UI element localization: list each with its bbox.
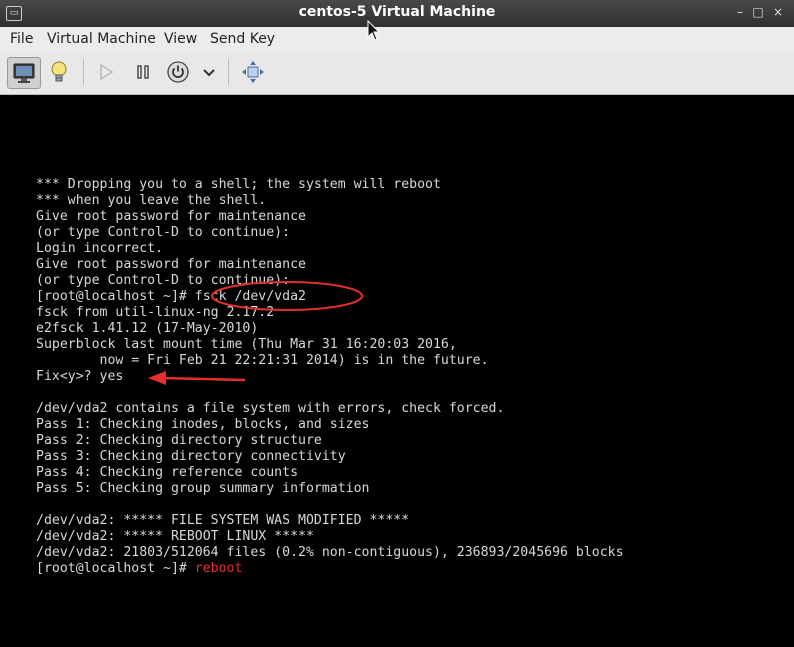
terminal-line: now = Fri Feb 21 22:21:31 2014) is in th… <box>36 353 489 368</box>
console-icon <box>13 63 35 83</box>
terminal-line: /dev/vda2: ***** FILE SYSTEM WAS MODIFIE… <box>36 513 410 528</box>
terminal-line: fsck from util-linux-ng 2.17.2 <box>36 305 275 320</box>
fullscreen-button[interactable] <box>237 57 269 87</box>
menu-virtual-machine[interactable]: Virtual Machine <box>47 31 156 47</box>
terminal-line: Give root password for maintenance <box>36 257 306 272</box>
fullscreen-icon <box>242 61 264 83</box>
terminal-line: *** Dropping you to a shell; the system … <box>36 177 441 192</box>
terminal-line: Superblock last mount time (Thu Mar 31 1… <box>36 337 457 352</box>
menu-view[interactable]: View <box>164 31 197 47</box>
power-icon <box>167 61 189 83</box>
pause-icon <box>137 65 149 79</box>
details-button[interactable] <box>43 57 75 87</box>
minimize-button[interactable]: – <box>732 5 748 19</box>
menu-bar: File Virtual Machine View Send Key <box>0 27 794 52</box>
terminal-line: e2fsck 1.41.12 (17-May-2010) <box>36 321 259 336</box>
menu-send-key[interactable]: Send Key <box>210 31 275 47</box>
console-button[interactable] <box>7 57 41 89</box>
terminal-line: Login incorrect. <box>36 241 164 256</box>
toolbar-separator <box>83 59 84 85</box>
terminal-line: (or type Control-D to continue): <box>36 225 291 240</box>
maximize-button[interactable]: □ <box>750 5 766 19</box>
terminal-line: *** when you leave the shell. <box>36 193 267 208</box>
power-menu-button[interactable] <box>194 57 224 87</box>
mouse-cursor-icon <box>367 20 381 41</box>
toolbar <box>0 51 794 95</box>
chevron-down-icon <box>203 69 215 77</box>
power-button[interactable] <box>162 57 194 87</box>
toolbar-separator <box>228 59 229 85</box>
terminal-line: [root@localhost ~]# fsck /dev/vda2 <box>36 289 306 304</box>
terminal-line: Pass 3: Checking directory connectivity <box>36 449 346 464</box>
terminal-prompt: [root@localhost ~]# <box>36 561 195 576</box>
terminal-line: /dev/vda2: ***** REBOOT LINUX ***** <box>36 529 314 544</box>
window-title: centos-5 Virtual Machine <box>298 4 496 20</box>
pause-button[interactable] <box>127 57 159 87</box>
vm-console[interactable]: *** Dropping you to a shell; the system … <box>3 95 791 647</box>
menu-file[interactable]: File <box>10 31 33 47</box>
terminal-line: /dev/vda2: 21803/512064 files (0.2% non-… <box>36 545 624 560</box>
close-button[interactable]: × <box>770 5 786 19</box>
run-icon <box>100 63 114 81</box>
run-button[interactable] <box>90 57 122 87</box>
terminal-line: Pass 4: Checking reference counts <box>36 465 299 480</box>
terminal-line: Fix<y>? yes <box>36 369 124 384</box>
terminal-line: (or type Control-D to continue): <box>36 273 291 288</box>
window-titlebar[interactable]: ▭ centos-5 Virtual Machine – □ × <box>0 0 794 27</box>
terminal-line: /dev/vda2 contains a file system with er… <box>36 401 505 416</box>
terminal-output: *** Dropping you to a shell; the system … <box>36 177 624 577</box>
details-lightbulb-icon <box>51 61 67 82</box>
terminal-line: Pass 1: Checking inodes, blocks, and siz… <box>36 417 370 432</box>
terminal-line: Pass 2: Checking directory structure <box>36 433 322 448</box>
terminal-line: Pass 5: Checking group summary informati… <box>36 481 370 496</box>
terminal-line: Give root password for maintenance <box>36 209 306 224</box>
typed-command: reboot <box>194 561 243 576</box>
